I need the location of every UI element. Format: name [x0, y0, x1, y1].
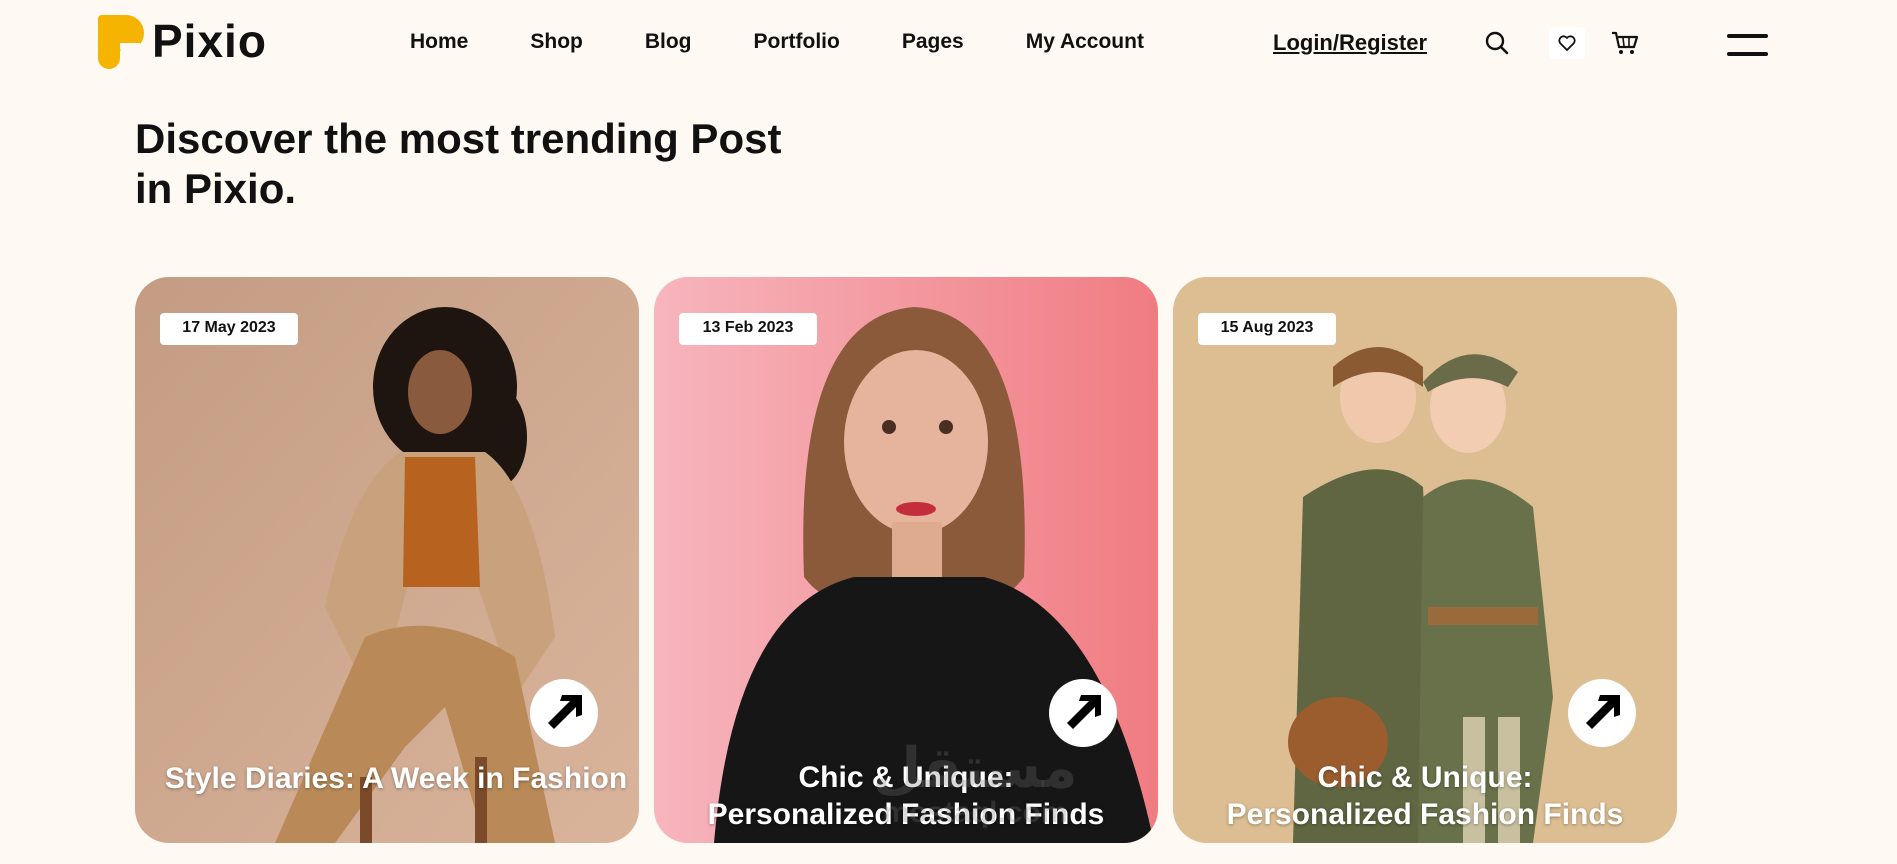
post-date-badge: 17 May 2023: [160, 313, 298, 345]
open-post-button[interactable]: [1568, 679, 1636, 747]
post-image: [135, 277, 639, 843]
arrow-up-right-icon: [1586, 695, 1620, 729]
logo-text: Pixio: [152, 15, 267, 67]
post-date-badge: 15 Aug 2023: [1198, 313, 1336, 345]
nav-item-home[interactable]: Home: [410, 30, 468, 54]
post-card[interactable]: 13 Feb 2023 Chic & Unique: Personalized …: [654, 277, 1158, 843]
post-card[interactable]: 17 May 2023 Style Diaries: A Week in Fas…: [135, 277, 639, 843]
cart-button[interactable]: [1610, 28, 1640, 58]
pixio-logo-mark-icon: [98, 13, 144, 69]
nav-item-pages[interactable]: Pages: [902, 30, 964, 54]
main-nav: Home Shop Blog Portfolio Pages My Accoun…: [410, 30, 1206, 54]
post-title: Style Diaries: A Week in Fashion: [164, 762, 628, 795]
heart-icon: [1558, 35, 1576, 51]
post-title: Chic & Unique: Personalized Fashion Find…: [1226, 761, 1624, 831]
post-card[interactable]: 15 Aug 2023 Chic & Unique: Personalized …: [1173, 277, 1677, 843]
hamburger-menu-button[interactable]: [1727, 34, 1768, 58]
arrow-up-right-icon: [1067, 695, 1101, 729]
nav-item-portfolio[interactable]: Portfolio: [754, 30, 840, 54]
post-title: Chic & Unique: Personalized Fashion Find…: [707, 761, 1105, 831]
open-post-button[interactable]: [1049, 679, 1117, 747]
search-button[interactable]: [1482, 28, 1512, 58]
open-post-button[interactable]: [530, 679, 598, 747]
hamburger-menu-icon: [1727, 34, 1768, 38]
site-header: Pixio Home Shop Blog Portfolio Pages My …: [0, 0, 1897, 90]
post-date-badge: 13 Feb 2023: [679, 313, 817, 345]
arrow-up-right-icon: [548, 695, 582, 729]
wishlist-button[interactable]: [1549, 27, 1585, 59]
search-icon: [1485, 31, 1509, 55]
page-title: Discover the most trending Post in Pixio…: [135, 115, 782, 212]
nav-item-blog[interactable]: Blog: [645, 30, 692, 54]
cart-icon: [1612, 31, 1639, 54]
pixio-logo[interactable]: Pixio: [98, 12, 267, 70]
nav-item-shop[interactable]: Shop: [530, 30, 583, 54]
nav-item-my-account[interactable]: My Account: [1026, 30, 1144, 54]
login-register-link[interactable]: Login/Register: [1273, 30, 1427, 56]
